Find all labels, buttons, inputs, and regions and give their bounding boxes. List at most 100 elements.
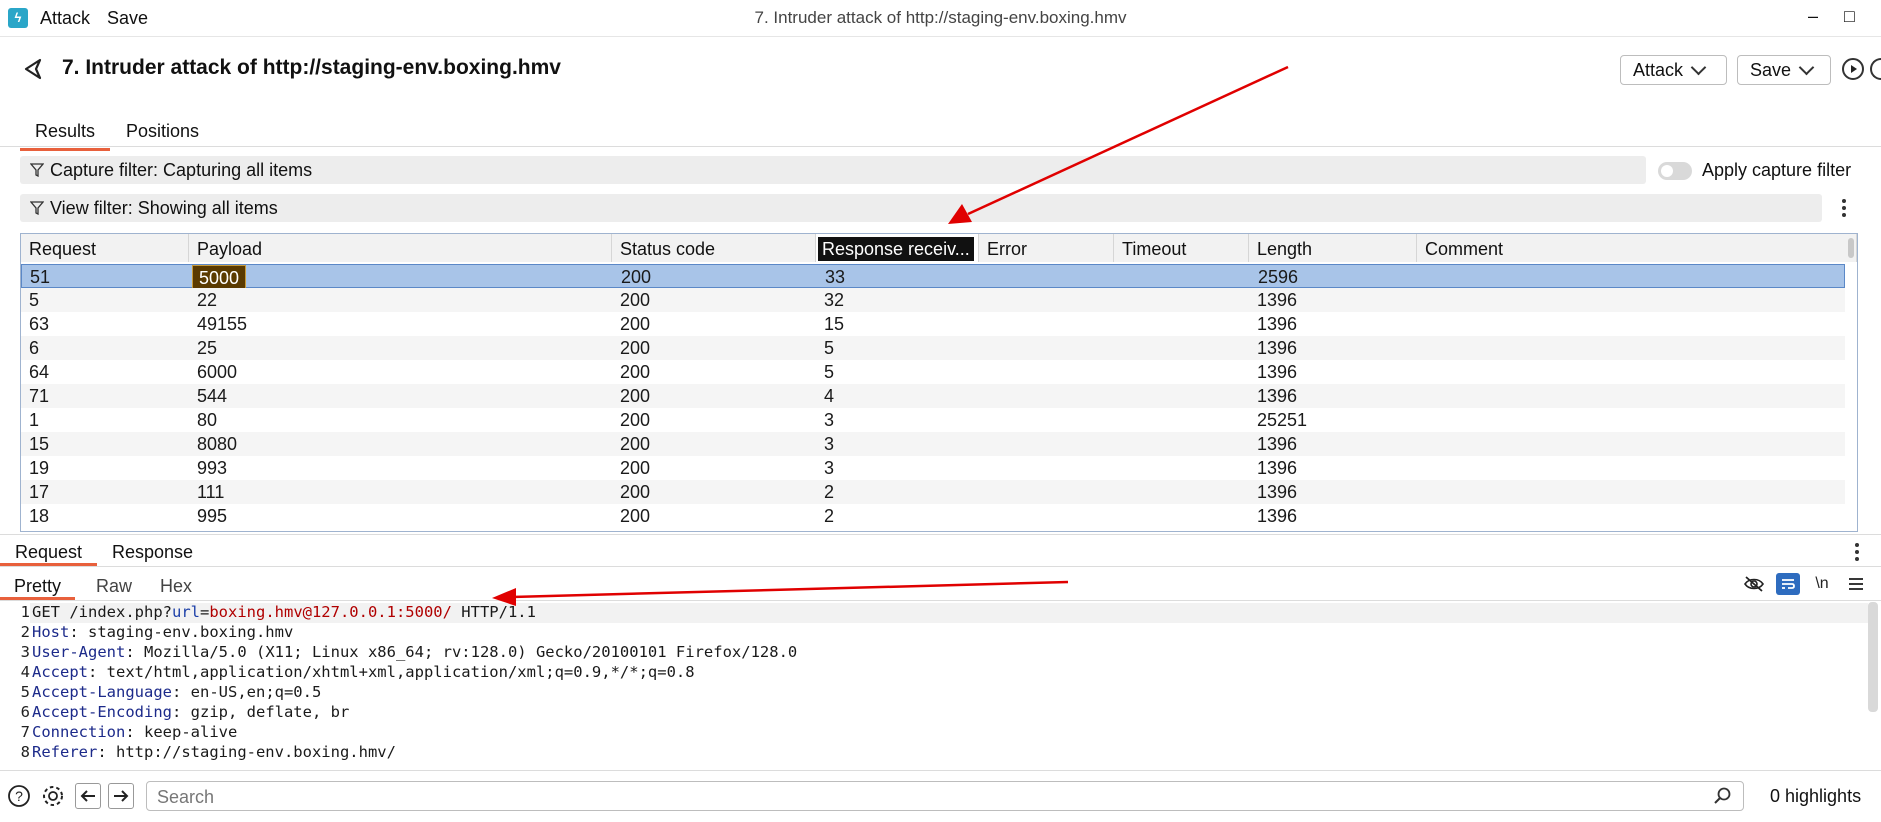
header-value: text/html,application/xhtml+xml,applicat… [97, 663, 695, 681]
column-header-response-received[interactable]: Response receiv... [816, 234, 979, 262]
search-box[interactable] [146, 781, 1744, 811]
tabs-divider [0, 146, 1881, 147]
table-row[interactable]: 1 80 200 3 25251 [21, 408, 1845, 432]
cell-payload: 49155 [197, 314, 248, 334]
apply-capture-filter-toggle[interactable] [1658, 162, 1692, 180]
header-value: Mozilla/5.0 (X11; Linux x86_64; rv:128.0… [134, 643, 798, 661]
table-row[interactable]: 71 544 200 4 1396 [21, 384, 1845, 408]
cell-request: 6 [29, 338, 40, 358]
cell-length: 2596 [1258, 267, 1299, 287]
cell-request: 63 [29, 314, 50, 334]
column-header-payload[interactable]: Payload [189, 234, 612, 262]
save-button-label: Save [1750, 59, 1792, 80]
more-options-icon[interactable] [1842, 199, 1846, 220]
cell-status-code: 200 [621, 267, 652, 287]
tab-response[interactable]: Response [112, 542, 193, 567]
hamburger-menu-icon[interactable] [1844, 573, 1868, 595]
table-row[interactable]: 63 49155 200 15 1396 [21, 312, 1845, 336]
column-header-request[interactable]: Request [21, 234, 189, 262]
column-header-length[interactable]: Length [1249, 234, 1417, 262]
view-filter-bar[interactable]: View filter: Showing all items [20, 194, 1822, 222]
cell-payload: 111 [197, 482, 225, 502]
capture-filter-bar[interactable]: Capture filter: Capturing all items [20, 156, 1646, 184]
table-row[interactable]: 64 6000 200 5 1396 [21, 360, 1845, 384]
tab-raw[interactable]: Raw [96, 576, 132, 601]
column-header-response-received-label: Response receiv... [818, 237, 974, 261]
column-header-timeout[interactable]: Timeout [1114, 234, 1249, 262]
column-header-status-code[interactable]: Status code [612, 234, 816, 262]
cell-status-code: 200 [620, 362, 651, 382]
cell-response-received: 3 [824, 458, 835, 478]
editor-scrollbar[interactable] [1868, 602, 1878, 712]
page-title: 7. Intruder attack of http://staging-env… [62, 56, 561, 79]
request-editor[interactable]: 1 GET /index.php?url=boxing.hmv@127.0.0.1… [0, 602, 1868, 770]
code-line: 5 Accept-Language: en-US,en;q=0.5 [20, 683, 322, 701]
window-title: 7. Intruder attack of http://staging-env… [754, 8, 1127, 27]
header-name: Connection [32, 723, 126, 741]
apply-capture-filter-label: Apply capture filter [1702, 160, 1852, 180]
cell-payload: 993 [197, 458, 228, 478]
header-name: Accept-Language [32, 683, 172, 701]
table-row[interactable]: 6 25 200 5 1396 [21, 336, 1845, 360]
cell-status-code: 200 [620, 338, 651, 358]
cell-payload: 995 [197, 506, 228, 526]
save-dropdown-button[interactable]: Save [1737, 55, 1831, 85]
arrow-right-icon[interactable] [108, 783, 134, 809]
more-options-icon[interactable] [1855, 543, 1859, 564]
cell-status-code: 200 [620, 410, 651, 430]
arrow-left-icon[interactable] [75, 783, 101, 809]
code-line: 8 Referer: http://staging-env.boxing.hmv/ [20, 743, 396, 761]
minimize-button[interactable]: – [1808, 6, 1818, 27]
tab-pretty[interactable]: Pretty [0, 576, 76, 600]
cell-length: 1396 [1257, 506, 1298, 526]
attack-dropdown-button[interactable]: Attack [1620, 55, 1727, 85]
http-path: /index.php? [69, 603, 172, 621]
header-name: User-Agent [32, 643, 126, 661]
cell-payload: 6000 [197, 362, 238, 382]
query-param-value: boxing.hmv@127.0.0.1:5000/ [209, 603, 452, 621]
svg-text:?: ? [15, 788, 23, 804]
table-row[interactable]: 5 22 200 32 1396 [21, 288, 1845, 312]
header-name: Host [32, 623, 70, 641]
cell-status-code: 200 [620, 482, 651, 502]
column-header-comment[interactable]: Comment [1417, 234, 1857, 262]
cell-status-code: 200 [620, 386, 651, 406]
cell-request: 1 [29, 410, 40, 430]
query-equals: = [199, 603, 210, 621]
http-method: GET [32, 603, 70, 621]
table-row[interactable]: 19 993 200 3 1396 [21, 456, 1845, 480]
code-line: 1 GET /index.php?url=boxing.hmv@127.0.0.1… [20, 603, 536, 621]
cell-length: 1396 [1257, 314, 1298, 334]
http-protocol: HTTP/1.1 [451, 603, 536, 621]
cell-length: 1396 [1257, 386, 1298, 406]
play-icon[interactable] [1842, 58, 1864, 80]
table-row[interactable]: 17 111 200 2 1396 [21, 480, 1845, 504]
table-row[interactable]: 18 995 200 2 1396 [21, 504, 1845, 528]
header-name: Accept-Encoding [32, 703, 172, 721]
gear-icon[interactable] [40, 783, 66, 809]
pause-icon[interactable] [1870, 58, 1881, 80]
chevron-down-icon [1798, 59, 1815, 76]
back-arrow-icon[interactable] [20, 56, 46, 82]
cell-length: 1396 [1257, 458, 1298, 478]
tab-positions[interactable]: Positions [126, 121, 199, 148]
code-line: 2 Host: staging-env.boxing.hmv [20, 623, 294, 641]
hide-eye-icon[interactable] [1742, 573, 1766, 595]
column-header-error[interactable]: Error [979, 234, 1114, 262]
cell-request: 18 [29, 506, 50, 526]
search-input[interactable] [155, 783, 1699, 811]
table-row[interactable]: 15 8080 200 3 1396 [21, 432, 1845, 456]
newline-toggle-icon[interactable]: \n [1810, 573, 1834, 595]
filter-icon [30, 201, 44, 215]
word-wrap-icon[interactable] [1776, 573, 1800, 595]
cell-payload: 544 [197, 386, 228, 406]
table-row[interactable]: 51 5000 200 33 2596 [21, 264, 1845, 291]
header-value: keep-alive [134, 723, 238, 741]
help-icon[interactable]: ? [6, 783, 32, 809]
tab-request[interactable]: Request [0, 542, 98, 566]
maximize-button[interactable]: □ [1844, 6, 1855, 27]
cell-status-code: 200 [620, 434, 651, 454]
tab-hex[interactable]: Hex [160, 576, 192, 601]
cell-length: 1396 [1257, 290, 1298, 310]
table-scrollbar[interactable] [1848, 238, 1854, 258]
